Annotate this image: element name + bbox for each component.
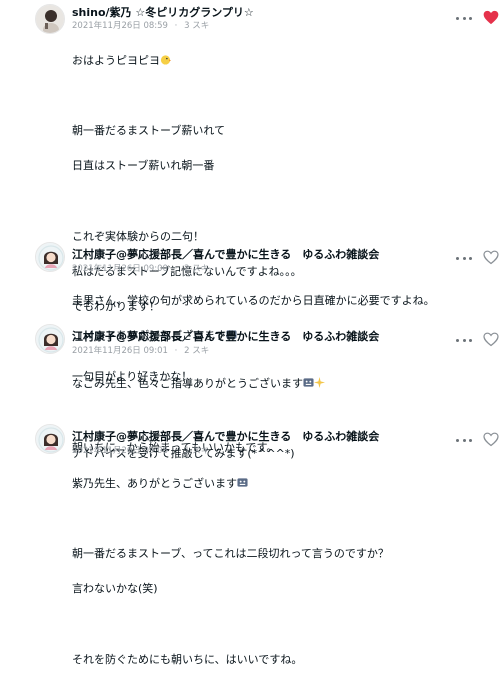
heart-icon[interactable] [483,10,499,25]
heart-icon[interactable] [483,332,499,347]
comment-line: 言わないかな(笑) [72,582,158,596]
comment-meta: 2021年11月26日 09:08 · 1 スキ [72,444,213,456]
comment-author[interactable]: shino/紫乃 ☆冬ピリカグランプリ☆ [72,4,254,20]
comment-line: 朝一番だるまストーブ薪いれて [72,123,226,137]
comment-meta: 2021年11月26日 08:59 · 3 スキ [72,19,213,31]
comment-meta: 2021年11月26日 09:01 · 2 スキ [72,344,213,356]
like-count[interactable]: 1 スキ [184,446,209,456]
comment-author[interactable]: 江村康子@夢応援部長／喜んで豊かに生きる ゆるふわ雑談会 [72,246,379,262]
comment-date: 2021年11月26日 09:01 [72,346,168,356]
comment-meta: 2021年11月26日 09:00 · 2 スキ [72,262,213,274]
comment-line: 日直はストーブ薪いれ朝一番 [72,159,215,173]
more-menu-icon[interactable] [456,434,472,446]
comment-line [72,510,389,528]
avatar[interactable] [35,242,65,272]
comment-date: 2021年11月26日 09:08 [72,446,168,456]
meta-separator: · [174,21,178,31]
meta-separator: · [174,346,178,356]
heart-icon[interactable] [483,432,499,447]
more-menu-icon[interactable] [456,252,472,264]
chick-emoji [160,54,171,65]
sparkle-emoji [314,376,325,388]
comment-author[interactable]: 江村康子@夢応援部長／喜んで豊かに生きる ゆるふわ雑談会 [72,428,379,444]
comment-author[interactable]: 江村康子@夢応援部長／喜んで豊かに生きる ゆるふわ雑談会 [72,328,379,344]
bow-emoji [303,377,314,387]
avatar[interactable] [35,424,65,454]
comment-body: 紫乃先生、ありがとうございます 朝一番だるまストーブ、ってこれは二段切れって言う… [72,457,389,686]
like-count[interactable]: 3 スキ [184,21,209,31]
comment-line: それを防ぐためにも朝いちに、はいいですね。 [72,652,303,666]
comment-line: 圭果さん、学校の句が求められているのだから日直確かに必要ですよね。 [72,293,435,307]
comment-line [72,410,325,428]
comment-line: これぞ実体験からの二句！ [72,229,204,243]
like-count[interactable]: 2 スキ [184,264,209,274]
more-menu-icon[interactable] [456,334,472,346]
comment-line [72,615,389,633]
comment-line [72,87,302,105]
bow-emoji [237,477,248,487]
meta-separator: · [174,446,178,456]
comment-line: おはようピヨピヨ [72,52,302,70]
meta-separator: · [174,264,178,274]
comment-line [72,192,302,210]
comment-line: なごみ先生、色々ご指導ありがとうございます [72,375,325,393]
heart-icon[interactable] [483,250,499,265]
comment-date: 2021年11月26日 08:59 [72,21,168,31]
avatar[interactable] [35,324,65,354]
more-menu-icon[interactable] [456,12,472,24]
comment-line: 紫乃先生、ありがとうございます [72,475,389,493]
comment-date: 2021年11月26日 09:00 [72,264,168,274]
like-count[interactable]: 2 スキ [184,346,209,356]
avatar[interactable] [35,4,65,34]
